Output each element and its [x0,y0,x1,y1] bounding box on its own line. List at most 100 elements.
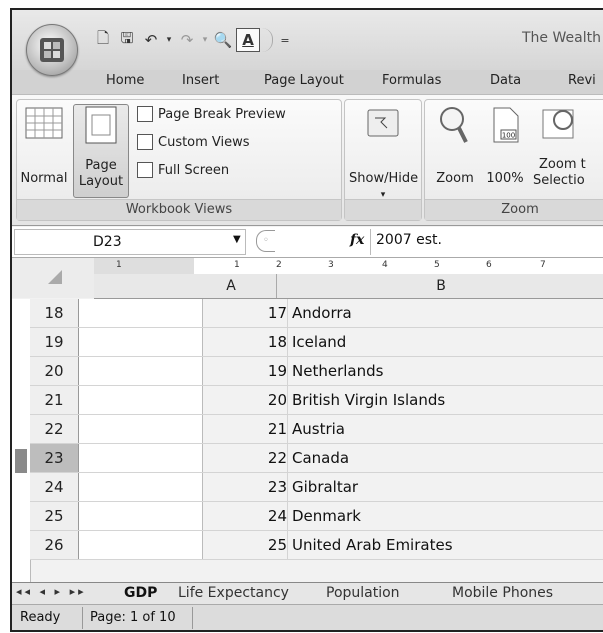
qat-end [262,28,273,52]
full-screen-button[interactable]: Full Screen [137,162,229,178]
page-margin [79,473,203,501]
cell-b[interactable]: Netherlands [292,357,383,385]
cell-a[interactable]: 17 [203,299,288,327]
row-header[interactable]: 22 [30,415,79,443]
cell-a[interactable]: 24 [203,502,288,530]
zoom-100-button[interactable]: 100 100% [481,104,529,187]
page-break-preview-label: Page Break Preview [158,106,286,122]
name-box-dropdown-icon[interactable]: ▼ [233,234,241,245]
zoom-100-label: 100% [486,171,524,186]
show-hide-button[interactable]: Show/Hide ▾ [349,104,418,203]
row-header[interactable]: 26 [30,531,79,559]
select-all-corner[interactable] [12,258,95,298]
title-bar: 🗋 🖫 ↶ ▾ ↷ ▾ 🔍 A = The Wealth C [12,10,603,76]
ribbon: Normal Page Layout Page Break Preview Cu… [12,94,603,226]
table-row: 21 20 British Virgin Islands [30,386,603,415]
sheet-tab-population[interactable]: Population [326,584,400,603]
name-box-value: D23 [93,234,122,250]
status-divider-2 [192,607,193,629]
page-break-preview-button[interactable]: Page Break Preview [137,106,286,122]
table-row: 19 18 Iceland [30,328,603,357]
row-header[interactable]: 18 [30,299,79,327]
page-layout-label-1: Page [85,158,117,173]
show-hide-icon [367,109,399,137]
ruler-margin-shade [94,258,194,274]
formula-cancel-icon[interactable]: ◦ [256,230,275,252]
cell-a[interactable]: 25 [203,531,288,559]
table-row: 18 17 Andorra [30,299,603,328]
sheet-nav-icon[interactable]: ◂◂ ◂ ▸ ▸▸ [16,585,87,598]
zoom-to-selection-label-1: Zoom t [539,157,586,172]
name-box[interactable]: D23 ▼ [14,229,246,255]
undo-icon[interactable]: ↶ [140,29,162,51]
font-color-icon[interactable]: A [236,28,260,52]
row-header[interactable]: 25 [30,502,79,530]
ruler-mark: 3 [328,260,334,270]
undo-dropdown-icon[interactable]: ▾ [164,29,174,51]
cell-a[interactable]: 20 [203,386,288,414]
cell-a[interactable]: 18 [203,328,288,356]
tab-page-layout[interactable]: Page Layout [264,73,344,88]
column-header-b[interactable]: B [278,274,603,298]
row-header[interactable]: 23 [30,444,79,472]
cell-b[interactable]: Andorra [292,299,352,327]
tab-insert[interactable]: Insert [182,73,219,88]
status-bar: Ready Page: 1 of 10 [12,604,603,630]
workbook-views-group: Normal Page Layout Page Break Preview Cu… [16,99,342,221]
row-header[interactable]: 24 [30,473,79,501]
sheet-tab-life-expectancy[interactable]: Life Expectancy [178,584,289,603]
new-document-icon[interactable]: 🗋 [92,29,114,51]
customize-qat-icon[interactable]: = [279,29,291,51]
window-title: The Wealth C [522,30,603,46]
insert-function-icon[interactable]: fx [350,232,364,248]
row-header[interactable]: 20 [30,357,79,385]
column-header-a[interactable]: A [186,274,277,298]
cell-a[interactable]: 19 [203,357,288,385]
cell-a[interactable]: 21 [203,415,288,443]
sheet-tab-gdp[interactable]: GDP [124,584,157,603]
page-layout-view-button[interactable]: Page Layout [73,104,129,198]
cell-b[interactable]: Denmark [292,502,361,530]
page-margin [79,357,203,385]
office-logo-icon [40,38,64,62]
table-row: 24 23 Gibraltar [30,473,603,502]
row-header[interactable]: 19 [30,328,79,356]
ruler-mark: 1 [234,260,240,270]
zoom-to-selection-button[interactable]: Zoom t Selectio [533,104,603,189]
vertical-ruler [12,299,31,593]
cell-b[interactable]: Gibraltar [292,473,358,501]
cell-a[interactable]: 23 [203,473,288,501]
select-all-icon [48,270,62,284]
normal-view-button[interactable]: Normal [19,104,69,187]
normal-view-label: Normal [20,171,68,186]
row-header[interactable]: 21 [30,386,79,414]
cell-b[interactable]: United Arab Emirates [292,531,453,559]
tab-home[interactable]: Home [106,73,144,88]
cell-b[interactable]: Iceland [292,328,346,356]
show-hide-group: Show/Hide ▾ [344,99,422,221]
show-hide-group-label [345,199,421,220]
print-preview-icon[interactable]: 🔍 [212,29,234,51]
save-icon[interactable]: 🖫 [116,29,138,51]
magnifier-icon [440,107,468,143]
redo-icon[interactable]: ↷ [176,29,198,51]
cell-a[interactable]: 22 [203,444,288,472]
custom-views-button[interactable]: Custom Views [137,134,250,150]
full-screen-label: Full Screen [158,162,230,178]
sheet-tab-mobile-phones[interactable]: Mobile Phones [452,584,553,603]
zoom-button[interactable]: Zoom [431,104,479,187]
redo-dropdown-icon[interactable]: ▾ [200,29,210,51]
ruler-mark: 7 [540,260,546,270]
tab-data[interactable]: Data [490,73,521,88]
custom-views-icon [137,134,153,150]
tab-formulas[interactable]: Formulas [382,73,441,88]
formula-input[interactable]: 2007 est. [376,232,442,248]
cell-b[interactable]: Canada [292,444,349,472]
ruler-mark: 6 [486,260,492,270]
office-button[interactable] [26,24,78,76]
cell-b[interactable]: British Virgin Islands [292,386,445,414]
zoom-100-icon-text: 100 [502,132,515,140]
workbook-views-label: Workbook Views [17,199,341,220]
tab-review[interactable]: Revi [568,73,596,88]
cell-b[interactable]: Austria [292,415,345,443]
